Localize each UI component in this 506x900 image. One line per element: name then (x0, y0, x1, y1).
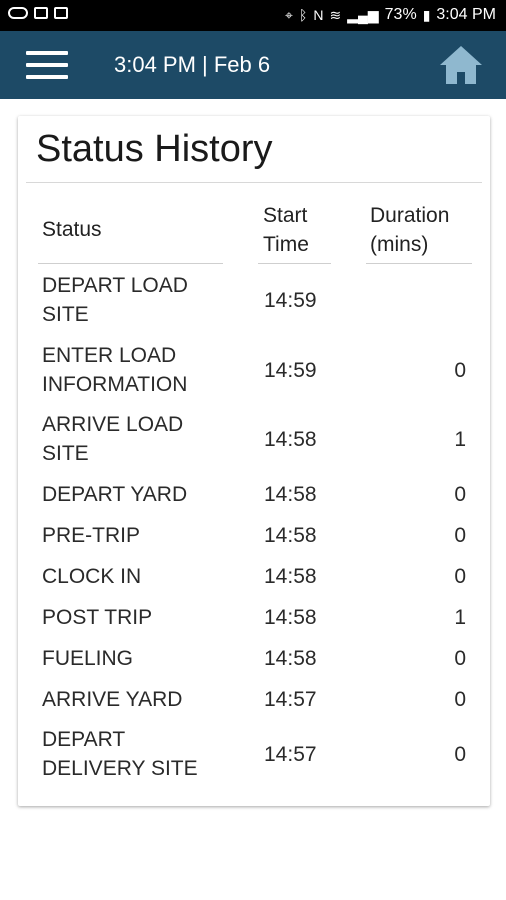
battery-percent: 73% (384, 6, 417, 23)
start-time-cell: 14:59 (264, 288, 317, 312)
table-row: DEPART YARD 14:58 0 (18, 480, 490, 509)
home-icon[interactable] (438, 43, 484, 87)
bluetooth-icon: ᛒ (298, 7, 308, 23)
header-duration: Duration (mins) (370, 204, 450, 256)
notification-icons (8, 7, 68, 19)
table-row: POST TRIP 14:58 1 (18, 603, 490, 632)
table-row: DEPART LOAD SITE 14:59 (18, 271, 490, 329)
status-history-card: Status History Status Start Time Duratio… (18, 116, 490, 806)
duration-cell: 0 (454, 524, 466, 547)
start-time-cell: 14:58 (264, 483, 317, 506)
battery-icon: ▮ (422, 7, 431, 23)
start-time-cell: 14:57 (264, 742, 317, 766)
start-time-cell: 14:58 (264, 647, 317, 670)
status-cell: CLOCK IN (42, 565, 142, 588)
page-title: Status History (36, 128, 273, 170)
status-cell: DEPART DELIVERY SITE (42, 728, 198, 780)
status-cell: ENTER LOAD INFORMATION (42, 344, 188, 396)
status-bar-time: 3:04 PM (436, 6, 496, 23)
table-row: ARRIVE YARD 14:57 0 (18, 685, 490, 714)
status-cell: FUELING (42, 647, 134, 670)
status-cell: POST TRIP (42, 606, 153, 629)
app-bar: 3:04 PM | Feb 6 (0, 31, 506, 99)
start-time-cell: 14:58 (264, 606, 317, 629)
start-time-cell: 14:58 (264, 524, 317, 547)
status-cell: DEPART YARD (42, 483, 188, 506)
app-bar-title: 3:04 PM | Feb 6 (114, 52, 271, 77)
duration-cell: 0 (454, 647, 466, 670)
header-status: Status (42, 218, 102, 241)
status-cell: ARRIVE YARD (42, 688, 183, 711)
duration-cell: 0 (454, 742, 466, 766)
status-cell: ARRIVE LOAD SITE (42, 413, 184, 465)
mail-icon (34, 7, 48, 19)
table-row: PRE-TRIP 14:58 0 (18, 521, 490, 550)
table-row: CLOCK IN 14:58 0 (18, 562, 490, 591)
title-divider (26, 182, 482, 183)
header-underline (258, 263, 331, 264)
duration-cell: 0 (454, 565, 466, 588)
signal-icon: ▂▄▆ (347, 7, 379, 23)
voicemail-icon (8, 7, 28, 19)
start-time-cell: 14:59 (264, 358, 317, 382)
status-cell: DEPART LOAD SITE (42, 274, 188, 326)
start-time-cell: 14:58 (264, 427, 317, 451)
table-row: ARRIVE LOAD SITE 14:58 1 (18, 410, 490, 468)
wifi-icon: ≋ (329, 7, 342, 23)
table-row: DEPART DELIVERY SITE 14:57 0 (18, 725, 490, 783)
duration-cell: 0 (454, 688, 466, 711)
status-cell: PRE-TRIP (42, 524, 141, 547)
duration-cell: 0 (454, 358, 466, 382)
start-time-cell: 14:58 (264, 565, 317, 588)
nfc-icon: N (313, 7, 324, 23)
header-underline (366, 263, 472, 264)
table-row: FUELING 14:58 0 (18, 644, 490, 673)
header-underline (38, 263, 223, 264)
mail-icon (54, 7, 68, 19)
start-time-cell: 14:57 (264, 688, 317, 711)
system-status-bar: ⌖ ᛒ N ≋ ▂▄▆ 73% ▮ 3:04 PM (0, 0, 506, 31)
table-row: ENTER LOAD INFORMATION 14:59 0 (18, 341, 490, 399)
duration-cell: 1 (454, 606, 466, 629)
duration-cell: 1 (454, 427, 466, 451)
system-indicators: ⌖ ᛒ N ≋ ▂▄▆ 73% ▮ 3:04 PM (285, 6, 496, 24)
header-start-time: Start Time (263, 204, 309, 256)
location-icon: ⌖ (285, 7, 293, 23)
duration-cell: 0 (454, 483, 466, 506)
hamburger-icon[interactable] (26, 51, 68, 79)
